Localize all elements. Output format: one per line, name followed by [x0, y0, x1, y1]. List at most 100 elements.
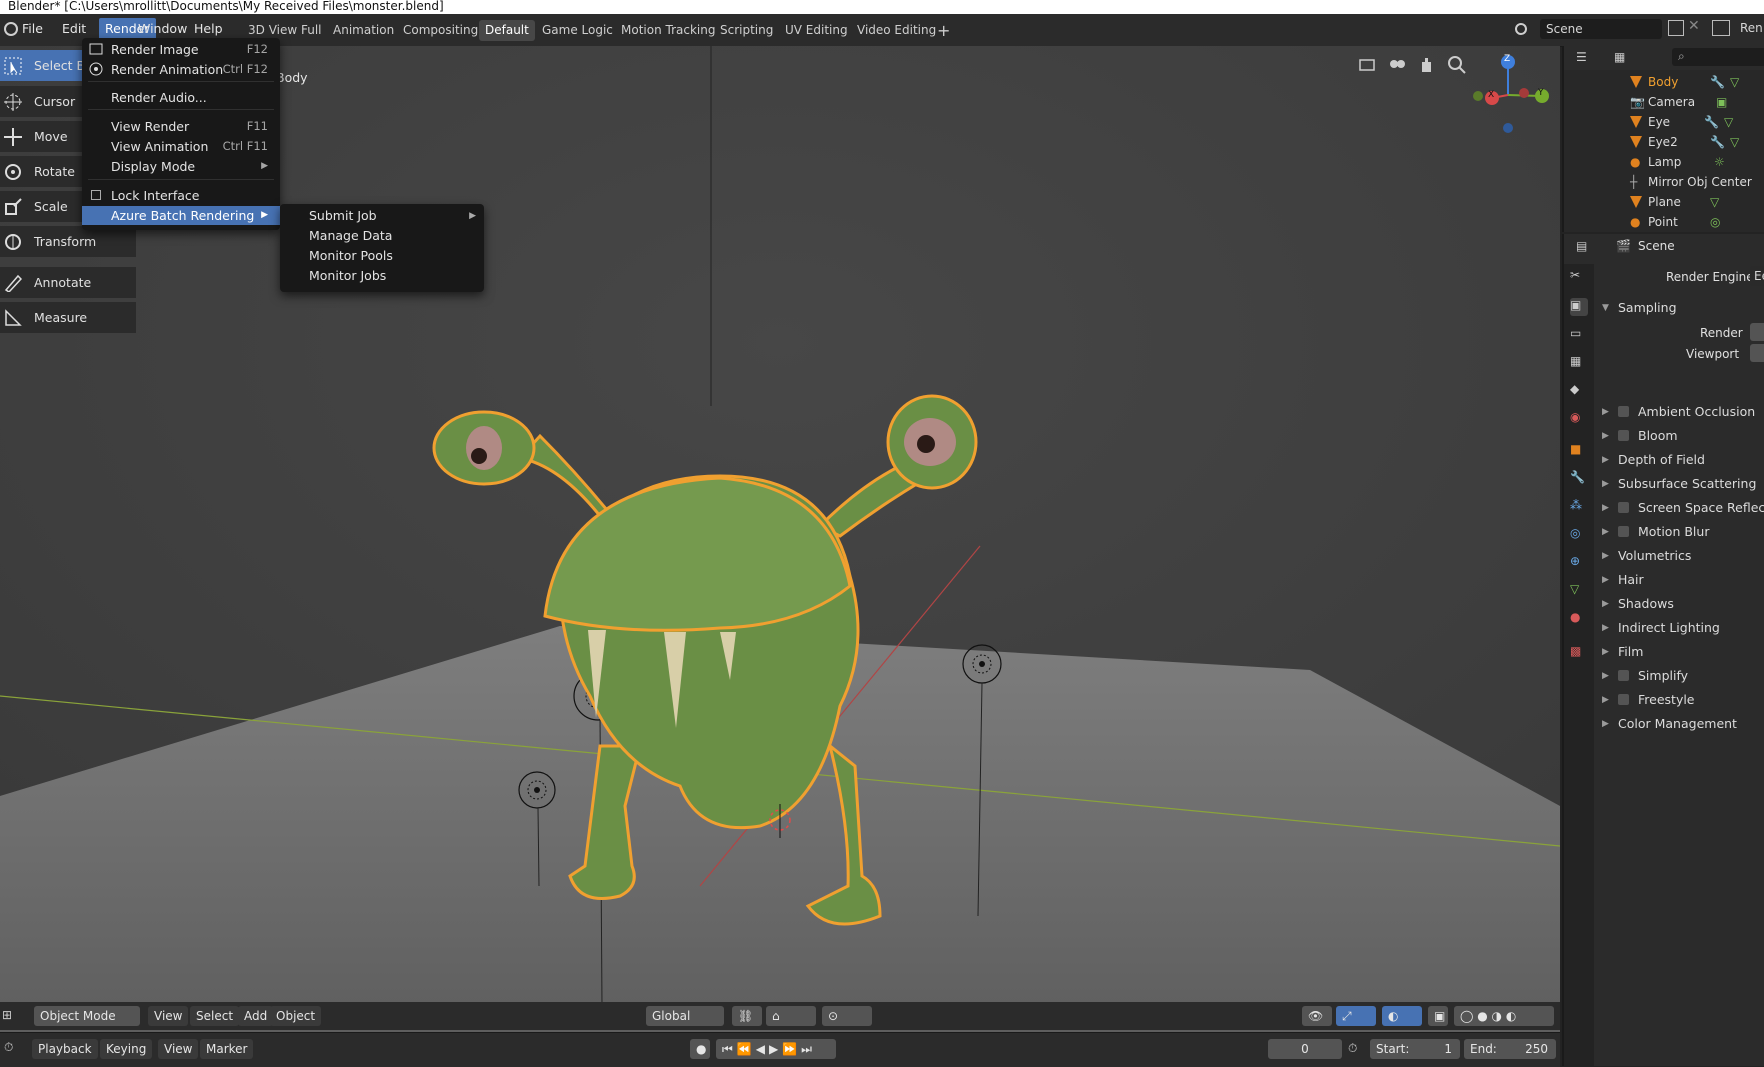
modifier-icon[interactable]: 🔧: [1704, 112, 1719, 132]
menu-item-lock-interface[interactable]: Lock Interface: [82, 186, 280, 205]
camera-view-icon[interactable]: [1386, 54, 1408, 76]
record-icon[interactable]: ●: [690, 1039, 710, 1059]
panel-screen-space-reflections[interactable]: ▶ Screen Space Reflections: [1598, 496, 1764, 520]
editor-type-icon[interactable]: ⊞: [2, 1008, 12, 1022]
outliner-item-plane[interactable]: Plane ▽: [1564, 192, 1764, 212]
enable-checkbox[interactable]: [1618, 694, 1629, 705]
view-layer-name[interactable]: Ren: [1740, 21, 1763, 35]
visibility-icon[interactable]: 👁: [1302, 1006, 1332, 1026]
scene-tab-icon[interactable]: ◆: [1570, 382, 1588, 400]
menu-window[interactable]: Window: [132, 18, 193, 40]
mesh-data-icon[interactable]: ▽: [1730, 72, 1739, 92]
tab-game-logic[interactable]: Game Logic: [536, 20, 619, 41]
menu-help[interactable]: Help: [188, 18, 229, 40]
menu-item-azure-batch-rendering[interactable]: Azure Batch Rendering ▶: [82, 206, 280, 225]
object-tab-icon[interactable]: ■: [1570, 442, 1588, 460]
outliner-item-body[interactable]: Body 🔧 ▽: [1564, 72, 1764, 92]
mesh-data-icon[interactable]: ▽: [1730, 132, 1739, 152]
menu-item-view-render[interactable]: View Render F11: [82, 117, 280, 136]
proportional-edit-icon[interactable]: ⊙: [822, 1006, 872, 1026]
render-tab-icon[interactable]: ▣: [1570, 298, 1588, 316]
menu-object[interactable]: Object: [270, 1006, 322, 1026]
gizmo-toggle-icon[interactable]: ⤢: [1336, 1006, 1376, 1026]
physics-tab-icon[interactable]: ◎: [1570, 526, 1588, 544]
tab-default[interactable]: Default: [479, 20, 535, 41]
menu-marker[interactable]: Marker: [200, 1039, 254, 1059]
menu-item-render-image[interactable]: Render Image F12: [82, 40, 280, 59]
panel-depth-of-field[interactable]: ▶ Depth of Field: [1598, 448, 1764, 472]
pan-hand-icon[interactable]: [1416, 54, 1438, 76]
outliner-item-eye2[interactable]: Eye2 🔧 ▽: [1564, 132, 1764, 152]
outliner-search-input[interactable]: ⌕: [1672, 48, 1764, 66]
current-frame-field[interactable]: 0: [1268, 1039, 1342, 1059]
outliner-item-point[interactable]: ● Point ◎: [1564, 212, 1764, 232]
zoom-icon[interactable]: [1446, 54, 1468, 76]
add-workspace-button[interactable]: +: [931, 20, 956, 41]
pivot-point-icon[interactable]: ⛓: [732, 1006, 762, 1026]
scene-icon[interactable]: [1512, 19, 1532, 39]
menu-edit[interactable]: Edit: [56, 18, 92, 40]
tab-scripting[interactable]: Scripting: [714, 20, 779, 41]
tab-video-editing[interactable]: Video Editing: [851, 20, 942, 41]
panel-hair[interactable]: ▶ Hair: [1598, 568, 1764, 592]
navigation-gizmo[interactable]: Z Y X: [1470, 50, 1560, 140]
submenu-item-manage-data[interactable]: Manage Data: [280, 226, 484, 246]
tab-uv-editing[interactable]: UV Editing: [779, 20, 854, 41]
sampling-viewport-field[interactable]: [1750, 344, 1764, 362]
end-frame-field[interactable]: End: 250: [1464, 1039, 1556, 1059]
render-engine-dropdown[interactable]: Ee: [1750, 266, 1764, 286]
light-data-icon[interactable]: ◎: [1710, 212, 1720, 232]
data-tab-icon[interactable]: ▽: [1570, 582, 1588, 600]
enable-checkbox[interactable]: [1618, 502, 1629, 513]
shading-mode-selector[interactable]: ◯ ● ◑ ◐: [1454, 1006, 1554, 1026]
outliner-item-mirror-obj-center[interactable]: ┼ Mirror Obj Center: [1564, 172, 1764, 192]
mesh-data-icon[interactable]: ▽: [1710, 192, 1719, 212]
tab-motion-tracking[interactable]: Motion Tracking: [615, 20, 721, 41]
enable-checkbox[interactable]: [1618, 430, 1629, 441]
snap-icon[interactable]: ⌂: [766, 1006, 816, 1026]
delete-scene-icon[interactable]: ✕: [1688, 18, 1700, 34]
overlays-toggle-icon[interactable]: ◐: [1382, 1006, 1422, 1026]
outliner-item-lamp[interactable]: ● Lamp ☼: [1564, 152, 1764, 172]
view-layer-icon[interactable]: [1712, 20, 1730, 36]
menu-item-render-audio[interactable]: Render Audio...: [82, 88, 280, 107]
outliner-item-camera[interactable]: 📷 Camera ▣: [1564, 92, 1764, 112]
scene-selector[interactable]: Scene: [1540, 19, 1662, 39]
tab-animation[interactable]: Animation: [327, 20, 400, 41]
panel-shadows[interactable]: ▶ Shadows: [1598, 592, 1764, 616]
submenu-item-monitor-jobs[interactable]: Monitor Jobs: [280, 266, 484, 286]
tool-measure[interactable]: Measure: [0, 302, 136, 333]
modifiers-tab-icon[interactable]: 🔧: [1570, 470, 1588, 488]
xray-icon[interactable]: ▣: [1428, 1006, 1448, 1026]
panel-motion-blur[interactable]: ▶ Motion Blur: [1598, 520, 1764, 544]
menu-view[interactable]: View: [148, 1006, 189, 1026]
submenu-item-submit-job[interactable]: Submit Job ▶: [280, 206, 484, 226]
panel-freestyle[interactable]: ▶ Freestyle: [1598, 688, 1764, 712]
view-layer-tab-icon[interactable]: ▦: [1570, 354, 1588, 372]
panel-simplify[interactable]: ▶ Simplify: [1598, 664, 1764, 688]
outliner-editor-icon[interactable]: ☰: [1576, 50, 1587, 64]
menu-item-render-animation[interactable]: Render Animation Ctrl F12: [82, 60, 280, 79]
panel-volumetrics[interactable]: ▶ Volumetrics: [1598, 544, 1764, 568]
outliner-item-eye[interactable]: Eye 🔧 ▽: [1564, 112, 1764, 132]
camera-data-icon[interactable]: ▣: [1716, 92, 1727, 112]
tool-tab-icon[interactable]: ✂: [1570, 268, 1588, 286]
panel-indirect-lighting[interactable]: ▶ Indirect Lighting: [1598, 616, 1764, 640]
enable-checkbox[interactable]: [1618, 670, 1629, 681]
panel-bloom[interactable]: ▶ Bloom: [1598, 424, 1764, 448]
tab-compositing[interactable]: Compositing: [397, 20, 484, 41]
enable-checkbox[interactable]: [1618, 406, 1629, 417]
menu-file[interactable]: File: [16, 18, 49, 40]
stopwatch-icon[interactable]: ⏱: [1348, 1041, 1357, 1056]
menu-item-view-animation[interactable]: View Animation Ctrl F11: [82, 137, 280, 156]
menu-add[interactable]: Add: [238, 1006, 274, 1026]
display-mode-icon[interactable]: ▦: [1614, 50, 1625, 64]
playback-controls[interactable]: ⏮⏪◀▶⏩⏭: [716, 1039, 836, 1059]
panel-color-management[interactable]: ▶ Color Management: [1598, 712, 1764, 736]
constraints-tab-icon[interactable]: ⊕: [1570, 554, 1588, 572]
sampling-render-field[interactable]: [1750, 323, 1764, 341]
menu-playback[interactable]: Playback: [32, 1039, 98, 1059]
tool-transform[interactable]: Transform: [0, 226, 136, 257]
material-tab-icon[interactable]: ●: [1570, 610, 1588, 628]
modifier-icon[interactable]: 🔧: [1710, 72, 1725, 92]
